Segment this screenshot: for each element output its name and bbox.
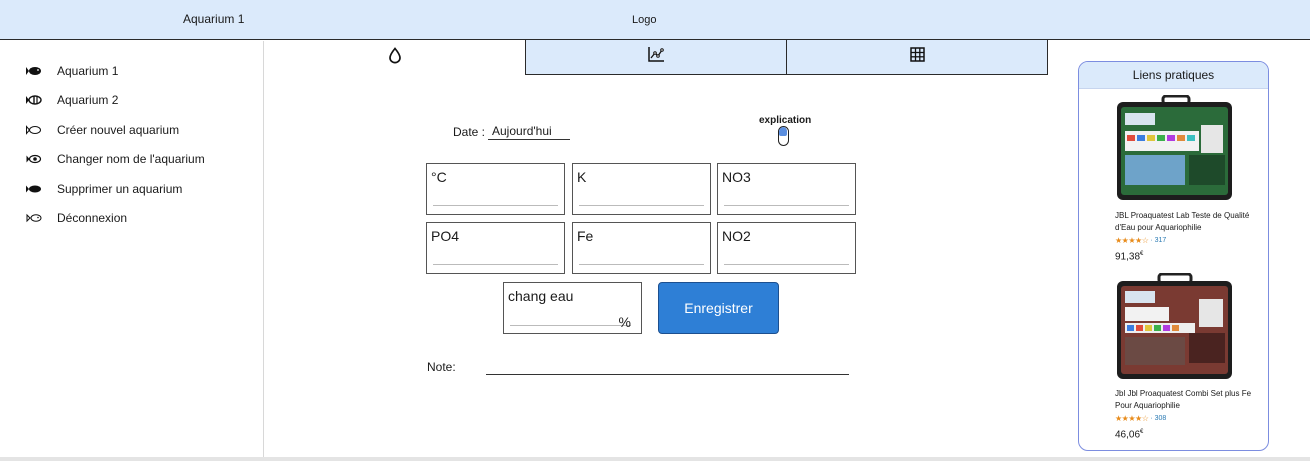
review-count[interactable]: · 317 (1150, 237, 1166, 244)
sidebar: Aquarium 1 Aquarium 2 Créer nouvel aquar… (0, 41, 264, 459)
percent-unit: % (618, 314, 631, 330)
tab-graph[interactable] (525, 40, 787, 75)
table-icon (909, 47, 925, 67)
param-label: NO3 (722, 169, 751, 185)
param-field-no3[interactable]: NO3 (717, 163, 856, 215)
note-label: Note: (427, 360, 456, 374)
explanation-toggle[interactable] (778, 126, 789, 146)
product-name[interactable]: Jbl Jbl Proaquatest Combi Set plus Fe Po… (1115, 388, 1265, 412)
param-label: °C (431, 169, 447, 185)
product-rating: ★★★★☆ · 308 (1115, 414, 1166, 423)
param-field-no2[interactable]: NO2 (717, 222, 856, 274)
water-change-label: chang eau (508, 288, 574, 304)
product-image-lab-kit[interactable] (1115, 94, 1234, 203)
input-underline (486, 374, 849, 375)
tab-table[interactable] (786, 40, 1048, 75)
sidebar-item-create-aquarium[interactable]: Créer nouvel aquarium (24, 121, 179, 139)
date-input[interactable]: Aujourd'hui (488, 122, 570, 140)
review-count-value: 317 (1154, 237, 1167, 244)
product-image-combi-set[interactable] (1115, 272, 1234, 381)
param-label: Fe (577, 228, 594, 244)
sidebar-item-logout[interactable]: Déconnexion (24, 209, 127, 227)
sidebar-item-aquarium-1[interactable]: Aquarium 1 (24, 62, 118, 80)
product-price: 46,06€ (1115, 429, 1143, 440)
param-field-temperature[interactable]: °C (426, 163, 565, 215)
sidebar-item-label: Créer nouvel aquarium (57, 123, 180, 137)
sidebar-item-label: Aquarium 2 (57, 93, 119, 107)
sidebar-item-label: Supprimer un aquarium (57, 182, 183, 196)
param-field-po4[interactable]: PO4 (426, 222, 565, 274)
fish-eye-icon (24, 153, 44, 165)
input-underline (433, 205, 558, 206)
param-field-fe[interactable]: Fe (572, 222, 711, 274)
input-underline (433, 264, 558, 265)
top-bar: Aquarium 1 Logo (0, 0, 1310, 40)
param-label: PO4 (431, 228, 460, 244)
fish-filled-icon (24, 183, 44, 195)
explanation-label: explication (759, 115, 812, 126)
rating-stars: ★★★★☆ (1115, 236, 1149, 245)
price-currency: € (1140, 251, 1144, 257)
logo[interactable]: Logo (632, 14, 656, 26)
review-count[interactable]: · 308 (1150, 415, 1166, 422)
water-change-field[interactable]: chang eau % (503, 282, 642, 334)
price-currency: € (1140, 429, 1144, 435)
param-label: NO2 (722, 228, 751, 244)
product-price: 91,38€ (1115, 251, 1143, 262)
useful-links-panel: Liens pratiques JBL Proaquatest Lab Test… (1078, 61, 1269, 451)
review-count-value: 308 (1154, 415, 1167, 422)
product-rating: ★★★★☆ · 317 (1115, 236, 1166, 245)
sidebar-item-label: Déconnexion (57, 211, 128, 225)
param-label: K (577, 169, 587, 185)
fish-outline-icon (24, 124, 44, 136)
toggle-knob (779, 127, 787, 136)
input-underline (510, 325, 631, 326)
input-underline (724, 264, 849, 265)
price-value: 91,38 (1115, 251, 1141, 263)
note-input[interactable] (480, 356, 855, 380)
input-underline (579, 205, 704, 206)
chart-icon (647, 46, 665, 68)
sidebar-item-rename-aquarium[interactable]: Changer nom de l'aquarium (24, 150, 205, 168)
fish-striped-icon (24, 94, 44, 106)
rating-stars: ★★★★☆ (1115, 414, 1149, 423)
input-underline (724, 205, 849, 206)
sidebar-item-label: Changer nom de l'aquarium (57, 152, 205, 166)
input-underline (579, 264, 704, 265)
sidebar-item-aquarium-2[interactable]: Aquarium 2 (24, 91, 118, 109)
current-aquarium-title: Aquarium 1 (183, 12, 245, 26)
fish-filled-icon (24, 65, 44, 77)
save-button[interactable]: Enregistrer (658, 282, 779, 334)
water-drop-icon (388, 46, 402, 69)
date-label: Date : (453, 125, 486, 139)
sidebar-item-delete-aquarium[interactable]: Supprimer un aquarium (24, 180, 182, 198)
sidebar-item-label: Aquarium 1 (57, 64, 119, 78)
price-value: 46,06 (1115, 429, 1141, 441)
param-field-k[interactable]: K (572, 163, 711, 215)
useful-links-title: Liens pratiques (1079, 62, 1268, 89)
product-name[interactable]: JBL Proaquatest Lab Teste de Qualité d'E… (1115, 210, 1265, 234)
fish-outline-icon (24, 212, 44, 224)
tab-water-tests[interactable] (264, 40, 525, 75)
bottom-strip (0, 457, 1310, 461)
